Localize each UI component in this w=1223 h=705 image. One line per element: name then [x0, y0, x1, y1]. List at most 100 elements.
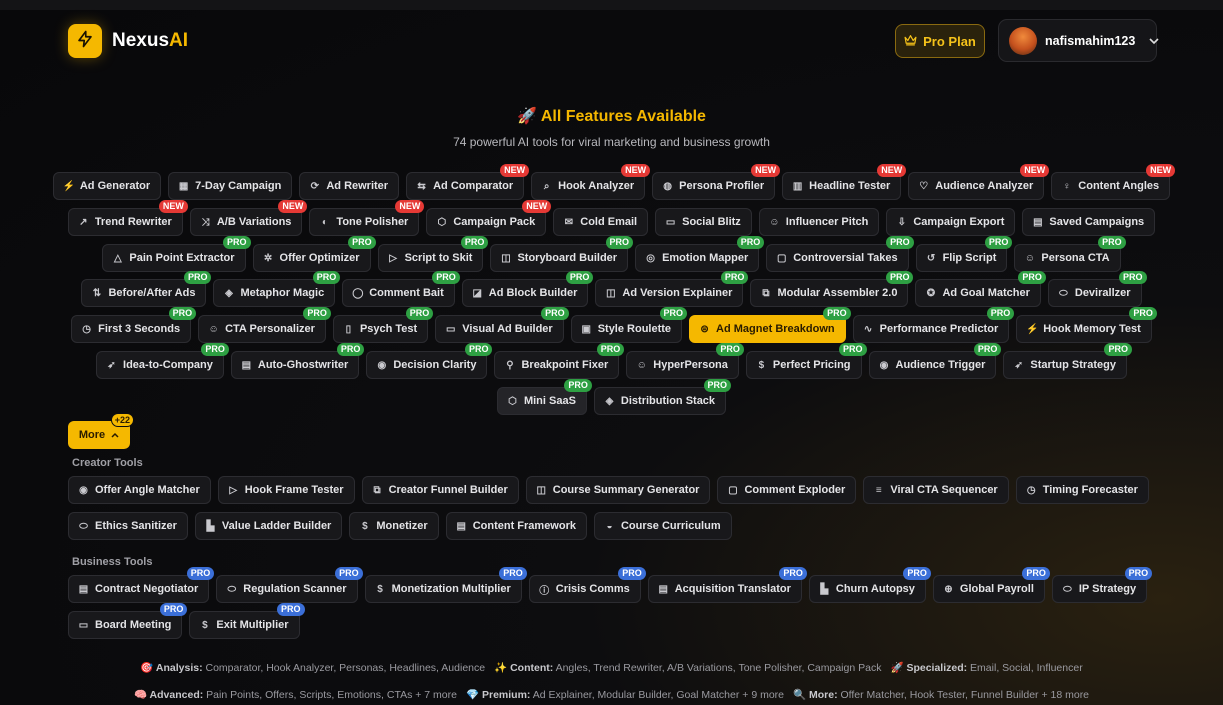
tool-button-ethics-sanitizer[interactable]: ⬭ Ethics Sanitizer [68, 512, 188, 540]
footer-line-2: 🧠 Advanced: Pain Points, Offers, Scripts… [0, 688, 1223, 701]
tool-label: Metaphor Magic [240, 287, 325, 299]
footer-category-items: Ad Explainer, Modular Builder, Goal Matc… [530, 689, 784, 701]
tool-button-metaphor-magic[interactable]: ◈ Metaphor Magic PRO [213, 271, 341, 307]
tool-button-comment-bait[interactable]: ◯ Comment Bait PRO [342, 271, 460, 307]
tool-button-board-meeting[interactable]: ▭ Board Meeting PRO [68, 603, 188, 639]
tool-button-headline-tester[interactable]: ▥ Headline Tester NEW [782, 164, 907, 200]
tool-button-flip-script[interactable]: ↺ Flip Script PRO [915, 236, 1013, 272]
tool-button-storyboard-builder[interactable]: ◫ Storyboard Builder PRO [490, 236, 634, 272]
tool-button-viral-cta-sequencer[interactable]: ≡ Viral CTA Sequencer [863, 476, 1009, 504]
tool-button-ad-goal-matcher[interactable]: ✪ Ad Goal Matcher PRO [915, 271, 1046, 307]
tool-button-cta-personalizer[interactable]: ☺ CTA Personalizer PRO [198, 307, 331, 343]
tool-button-emotion-mapper[interactable]: ◎ Emotion Mapper PRO [635, 236, 765, 272]
tool-button-regulation-scanner[interactable]: ⬭ Regulation Scanner PRO [216, 567, 363, 603]
tool-button-saved-campaigns[interactable]: ▤ Saved Campaigns [1022, 208, 1156, 236]
tool-button-auto-ghostwriter[interactable]: ▤ Auto-Ghostwriter PRO [230, 343, 365, 379]
tool-button-timing-forecaster[interactable]: ◷ Timing Forecaster [1015, 476, 1149, 504]
tool-button-modular-assembler-2-0[interactable]: ⧉ Modular Assembler 2.0 PRO [750, 271, 914, 307]
tool-icon: ▙ [206, 520, 215, 532]
tool-button-social-blitz[interactable]: ▭ Social Blitz [655, 208, 752, 236]
tool-icon: ♡ [919, 180, 929, 192]
tool-button-performance-predictor[interactable]: ∿ Performance Predictor PRO [852, 307, 1015, 343]
tool-button-value-ladder-builder[interactable]: ▙ Value Ladder Builder [194, 512, 343, 540]
tool-button-offer-optimizer[interactable]: ✲ Offer Optimizer PRO [252, 236, 376, 272]
tool-button-acquisition-translator[interactable]: ▤ Acquisition Translator PRO [647, 567, 807, 603]
tool-button-course-summary-generator[interactable]: ◫ Course Summary Generator [525, 476, 711, 504]
tool-button-ad-generator[interactable]: ⚡ Ad Generator [52, 172, 162, 200]
tool-button-first-3-seconds[interactable]: ◷ First 3 Seconds PRO [71, 307, 197, 343]
tool-button-campaign-pack[interactable]: ⬡ Campaign Pack NEW [426, 200, 552, 236]
tool-button-offer-angle-matcher[interactable]: ◉ Offer Angle Matcher [68, 476, 211, 504]
tool-button-monetizer[interactable]: $ Monetizer [349, 512, 439, 540]
tool-button-breakpoint-fixer[interactable]: ⚲ Breakpoint Fixer PRO [494, 343, 625, 379]
more-button[interactable]: More +22 [68, 413, 134, 449]
tool-button-ad-comparator[interactable]: ⇆ Ad Comparator NEW [406, 164, 530, 200]
tool-button-audience-trigger[interactable]: ◉ Audience Trigger PRO [868, 343, 1002, 379]
user-menu-button[interactable]: nafismahim123 [998, 19, 1159, 62]
tool-button-ad-version-explainer[interactable]: ◫ Ad Version Explainer PRO [595, 271, 749, 307]
pro-badge: PRO [886, 236, 914, 249]
tool-icon: ◈ [225, 287, 233, 299]
tool-button-hyperpersona[interactable]: ☺ HyperPersona PRO [626, 343, 744, 379]
tool-button-visual-ad-builder[interactable]: ▭ Visual Ad Builder PRO [435, 307, 569, 343]
tool-icon: ◫ [536, 484, 546, 496]
tool-button-influencer-pitch[interactable]: ☺ Influencer Pitch [758, 208, 880, 236]
tool-button-trend-rewriter[interactable]: ↗ Trend Rewriter NEW [67, 200, 188, 236]
tool-button-persona-cta[interactable]: ☺ Persona CTA PRO [1014, 236, 1126, 272]
tool-button-startup-strategy[interactable]: ➶ Startup Strategy PRO [1003, 343, 1132, 379]
tool-button-contract-negotiator[interactable]: ▤ Contract Negotiator PRO [68, 567, 215, 603]
tool-button-ip-strategy[interactable]: ⬭ IP Strategy PRO [1051, 567, 1153, 603]
tool-label: Hook Analyzer [558, 180, 635, 192]
tool-icon: ∿ [863, 323, 873, 335]
tool-icon: ↗ [79, 216, 88, 228]
tool-button-ad-magnet-breakdown[interactable]: ⊜ Ad Magnet Breakdown PRO [689, 307, 851, 343]
tool-label: IP Strategy [1078, 583, 1137, 595]
tool-button-tone-polisher[interactable]: ◐ Tone Polisher NEW [309, 200, 425, 236]
tool-button-ad-rewriter[interactable]: ⟳ Ad Rewriter [299, 172, 400, 200]
tool-button-idea-to-company[interactable]: ➶ Idea-to-Company PRO [96, 343, 229, 379]
tool-button-content-framework[interactable]: ▤ Content Framework [445, 512, 587, 540]
tool-button-comment-exploder[interactable]: ▢ Comment Exploder [717, 476, 857, 504]
tool-button-hook-memory-test[interactable]: ⚡ Hook Memory Test PRO [1016, 307, 1157, 343]
tool-button-creator-funnel-builder[interactable]: ⧉ Creator Funnel Builder [361, 476, 519, 504]
tool-button-distribution-stack[interactable]: ◈ Distribution Stack PRO [593, 379, 732, 415]
tool-button-course-curriculum[interactable]: ◒ Course Curriculum [593, 512, 732, 540]
tool-button-persona-profiler[interactable]: ◍ Persona Profiler NEW [652, 164, 781, 200]
pro-badge: PRO [565, 271, 594, 284]
tool-button-style-roulette[interactable]: ▣ Style Roulette PRO [570, 307, 688, 343]
tool-button-7-day-campaign[interactable]: ▦ 7-Day Campaign [168, 172, 293, 200]
tool-icon: ♀ [1063, 180, 1071, 192]
tool-button-mini-saas[interactable]: ⬡ Mini SaaS PRO [496, 379, 592, 415]
tool-button-decision-clarity[interactable]: ◉ Decision Clarity PRO [366, 343, 493, 379]
tool-label: Auto-Ghostwriter [257, 359, 349, 371]
tool-button-devirallzer[interactable]: ⬭ Devirallzer PRO [1047, 271, 1147, 307]
tool-button-churn-autopsy[interactable]: ▙ Churn Autopsy PRO [808, 567, 931, 603]
tool-button-psych-test[interactable]: ▯ Psych Test PRO [332, 307, 434, 343]
tool-button-cold-email[interactable]: ✉ Cold Email [553, 208, 649, 236]
tool-button-perfect-pricing[interactable]: $ Perfect Pricing PRO [745, 343, 867, 379]
tool-button-monetization-multiplier[interactable]: $ Monetization Multiplier PRO [364, 567, 527, 603]
tool-icon: ↺ [926, 252, 936, 264]
tool-button-content-angles[interactable]: ♀ Content Angles NEW [1051, 164, 1176, 200]
tool-icon: ➶ [107, 359, 116, 371]
tool-icon: ⇅ [92, 287, 102, 299]
tool-button-exit-multiplier[interactable]: $ Exit Multiplier PRO [189, 603, 305, 639]
logo[interactable] [68, 24, 102, 58]
tool-button-hook-analyzer[interactable]: ⌕ Hook Analyzer NEW [531, 164, 651, 200]
tool-button-ad-block-builder[interactable]: ◪ Ad Block Builder PRO [461, 271, 594, 307]
footer-line-1: 🎯 Analysis: Comparator, Hook Analyzer, P… [0, 661, 1223, 674]
tool-button-audience-analyzer[interactable]: ♡ Audience Analyzer NEW [908, 164, 1050, 200]
tool-button-controversial-takes[interactable]: ▢ Controversial Takes PRO [766, 236, 914, 272]
tool-button-crisis-comms[interactable]: ⓘ Crisis Comms PRO [528, 567, 646, 603]
tool-icon: ⌕ [543, 180, 550, 192]
tool-button-campaign-export[interactable]: ⇩ Campaign Export [886, 208, 1016, 236]
tool-label: Ad Magnet Breakdown [716, 323, 835, 335]
tool-label: Influencer Pitch [785, 216, 869, 228]
tool-button-before-after-ads[interactable]: ⇅ Before/After Ads PRO [81, 271, 212, 307]
pro-plan-button[interactable]: Pro Plan [895, 24, 985, 58]
tool-button-global-payroll[interactable]: ⊕ Global Payroll PRO [932, 567, 1050, 603]
tool-button-a-b-variations[interactable]: ⤨ A/B Variations NEW [189, 200, 308, 236]
tool-button-script-to-skit[interactable]: ▷ Script to Skit PRO [377, 236, 489, 272]
tool-button-hook-frame-tester[interactable]: ▷ Hook Frame Tester [217, 476, 355, 504]
tool-button-pain-point-extractor[interactable]: △ Pain Point Extractor PRO [102, 236, 251, 272]
